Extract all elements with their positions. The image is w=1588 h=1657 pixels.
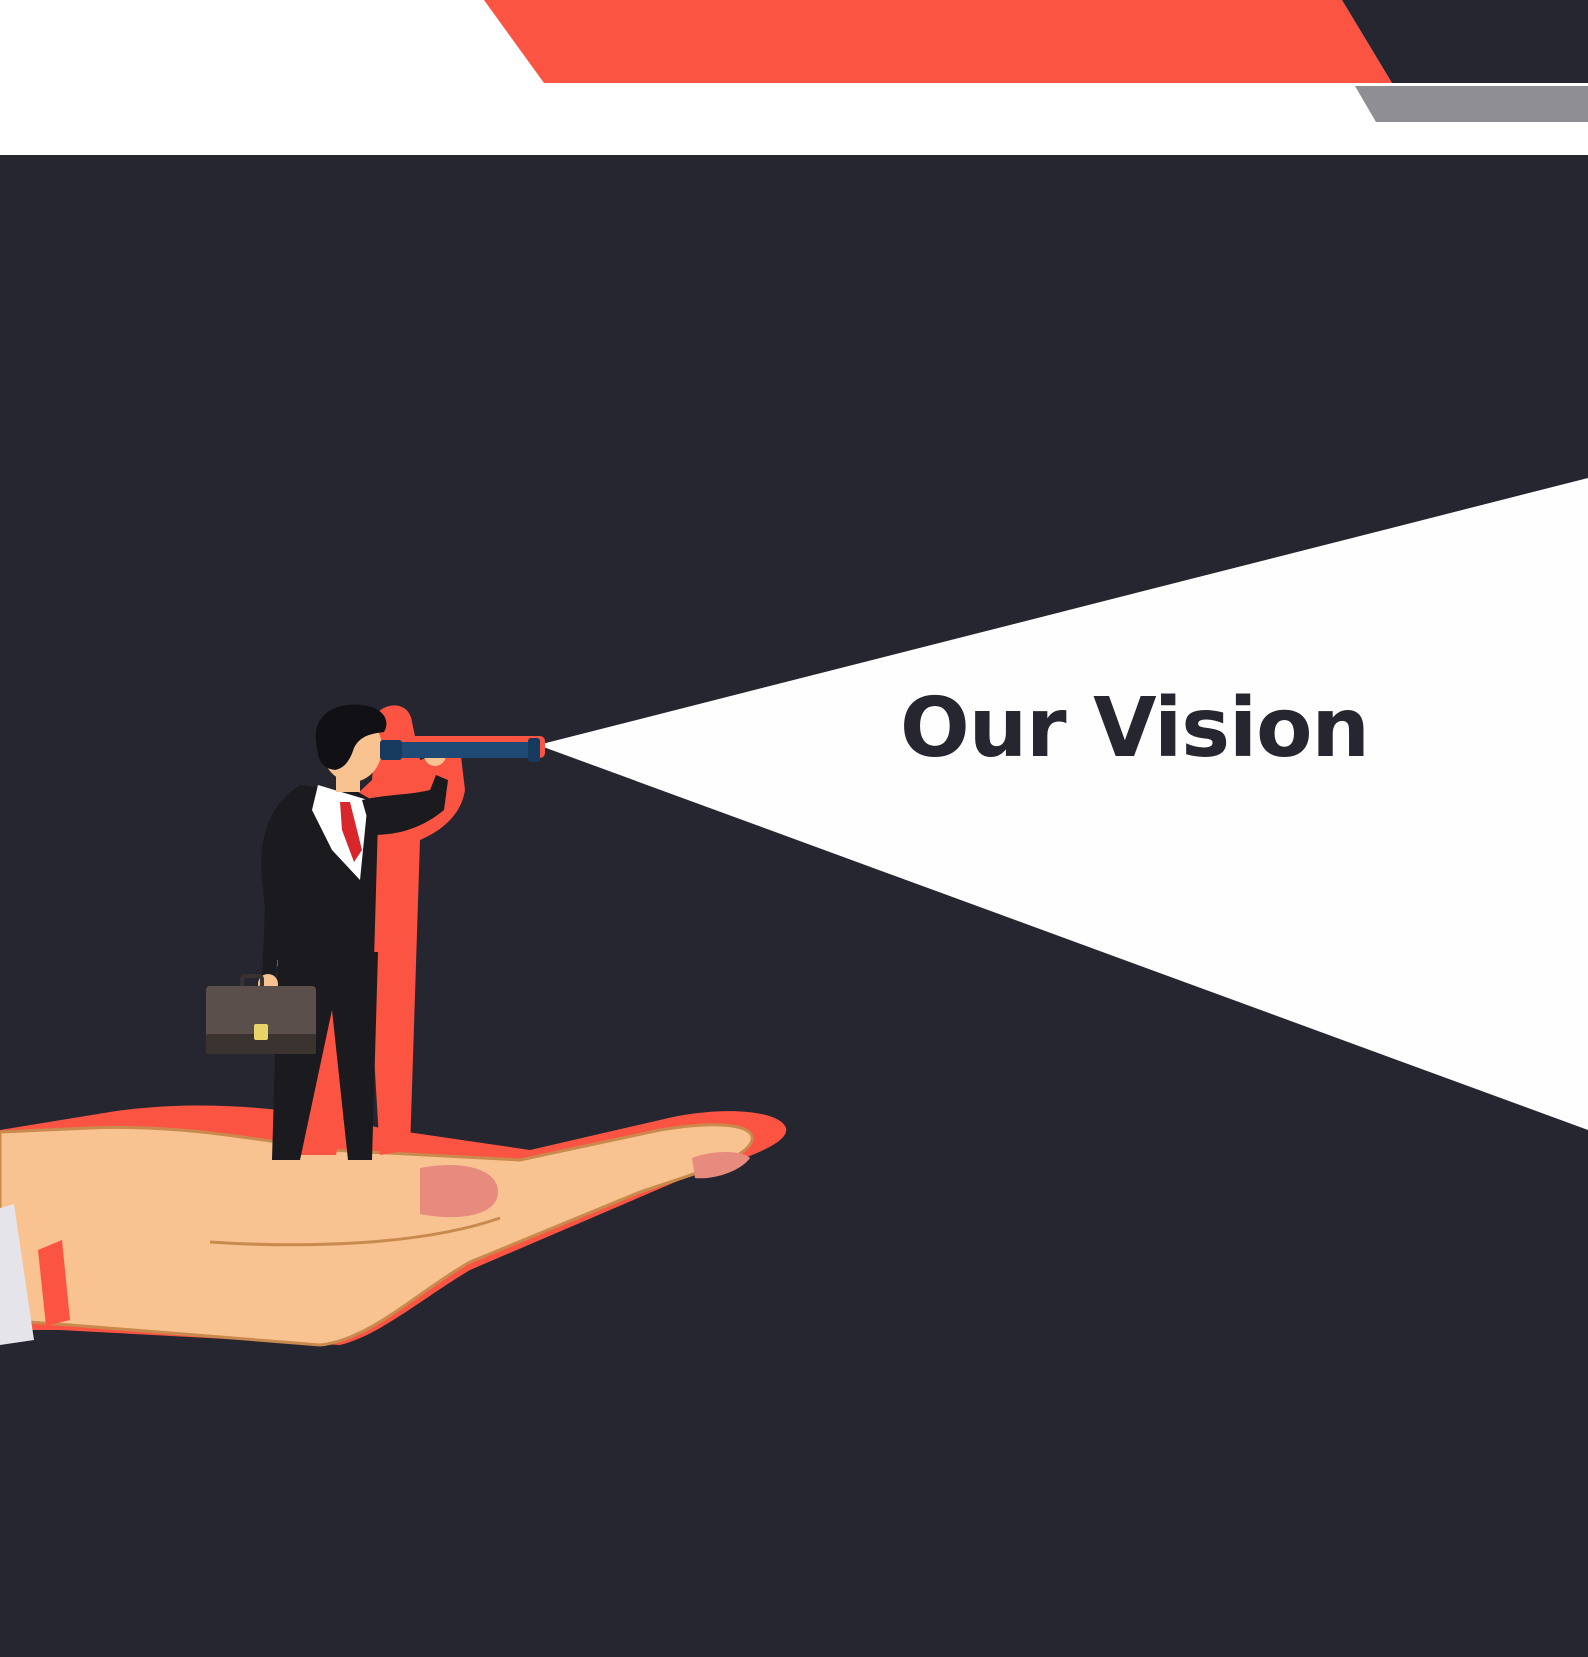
slide-canvas [0,0,1588,1657]
header-accent-bar [484,0,1392,83]
header-gray-bar [1355,86,1588,122]
telescope-body [380,742,538,758]
telescope-lens [528,738,540,762]
telescope-eyepiece [380,740,402,760]
briefcase-icon [206,974,316,1054]
slide-title: Our Vision [900,681,1370,776]
